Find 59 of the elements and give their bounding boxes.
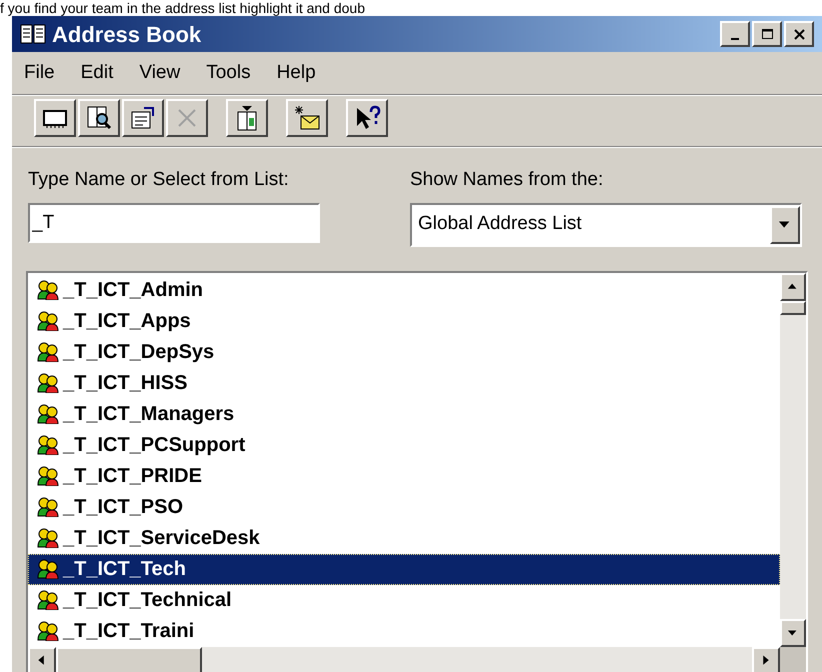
group-icon [37, 435, 59, 455]
contact-list-item[interactable]: _T_ICT_Managers [28, 398, 780, 430]
maximize-button[interactable] [752, 21, 782, 47]
toolbar-button[interactable] [78, 99, 120, 137]
scroll-thumb[interactable] [56, 646, 202, 672]
group-icon [37, 404, 59, 424]
toolbar-button[interactable] [286, 99, 328, 137]
menu-item[interactable]: File [24, 58, 55, 88]
address-list-dropdown[interactable]: Global Address List [410, 202, 802, 246]
book-magnifier-icon [85, 104, 113, 132]
contact-list-item[interactable]: _T_ICT_HISS [28, 368, 780, 398]
vertical-scrollbar[interactable] [780, 272, 806, 646]
minimize-icon [731, 38, 739, 40]
group-icon [37, 311, 59, 331]
contact-list-item[interactable]: _T_ICT_Apps [28, 306, 780, 336]
contact-list-item[interactable]: _T_ICT_Technical [28, 584, 780, 616]
window-title: Address Book [52, 20, 202, 48]
field-label: Type Name or Select from List: [28, 168, 290, 192]
close-button[interactable] [784, 21, 814, 47]
menu-item[interactable]: Tools [206, 58, 251, 88]
group-icon [37, 528, 59, 548]
close-icon [792, 26, 806, 42]
horizontal-scrollbar[interactable] [28, 646, 780, 672]
maximize-icon [760, 26, 774, 42]
scroll-left-icon[interactable] [28, 646, 56, 672]
contact-list-item[interactable]: _T_ICT_ServiceDesk [28, 522, 780, 554]
group-icon [37, 466, 59, 486]
scroll-up-icon[interactable] [780, 272, 806, 300]
contact-list-item[interactable]: _T_ICT_PCSupport [28, 430, 780, 460]
group-icon [37, 342, 59, 362]
minimize-button[interactable] [720, 21, 750, 47]
menu-item[interactable]: View [139, 58, 180, 88]
field-label: Show Names from the: [410, 168, 604, 192]
contact-list-item[interactable]: _T_ICT_DepSys [28, 336, 780, 368]
menu-item[interactable]: Edit [80, 58, 114, 88]
group-icon [37, 559, 59, 579]
group-icon [37, 373, 59, 393]
caption-text: f you find your team in the address list highlight it and doub [0, 0, 365, 16]
toolbar-button[interactable] [122, 99, 164, 137]
contact-list-item[interactable]: _T_ICT_PRIDE [28, 460, 780, 492]
group-icon [37, 280, 59, 300]
toolbar-button[interactable] [346, 99, 388, 137]
contact-list-item[interactable]: _T_ICT_PSO [28, 492, 780, 522]
scroll-down-icon[interactable] [780, 618, 806, 646]
group-icon [37, 497, 59, 517]
group-icon [37, 621, 59, 641]
envelope-icon [293, 104, 321, 132]
scroll-thumb[interactable] [780, 300, 806, 314]
scroll-right-icon[interactable] [752, 646, 780, 672]
contact-list-item[interactable]: _T_ICT_Traini [28, 616, 780, 646]
menu-item[interactable]: Help [276, 58, 316, 88]
toolbar-button[interactable] [226, 99, 268, 137]
toolbar-button[interactable] [34, 99, 76, 137]
scrollbar-corner [780, 646, 806, 672]
book-icon [20, 23, 46, 45]
contact-list-item[interactable]: _T_ICT_Tech [28, 554, 780, 584]
name-input-field[interactable]: _T [28, 202, 320, 242]
group-icon [37, 590, 59, 610]
contact-list-item[interactable]: _T_ICT_Admin [28, 274, 780, 306]
